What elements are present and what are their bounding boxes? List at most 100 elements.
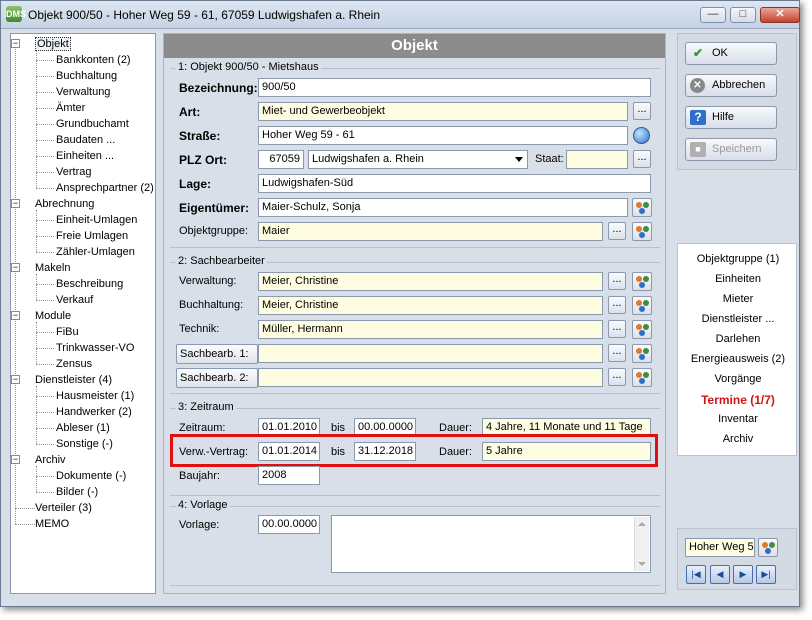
related-link-mieter[interactable]: Mieter (678, 293, 798, 305)
scroll-up-icon[interactable] (638, 522, 646, 526)
title-bar[interactable]: DMS Objekt 900/50 - Hoher Weg 59 - 61, 6… (1, 1, 800, 29)
tree-subnode-hausmeister-1[interactable]: Hausmeister (1) (56, 390, 134, 403)
ok-button[interactable]: ✔ OK (685, 42, 777, 65)
tree-subnode-einheiten[interactable]: Einheiten ... (56, 150, 114, 163)
tree-node-makeln[interactable]: Makeln (35, 262, 70, 275)
tree-subnode-freie-umlagen[interactable]: Freie Umlagen (56, 230, 128, 243)
related-link-dienstleister[interactable]: Dienstleister ... (678, 313, 798, 325)
tree-node-module[interactable]: Module (35, 310, 71, 323)
technik-field[interactable]: Müller, Hermann (258, 320, 603, 339)
sachbearb-2-field[interactable] (258, 368, 603, 387)
related-link-darlehen[interactable]: Darlehen (678, 333, 798, 345)
contacts-icon[interactable] (632, 272, 652, 291)
sachbearb-2-button[interactable]: Sachbearb. 2: (176, 368, 258, 388)
tree-expand-icon[interactable]: − (11, 455, 20, 464)
notes-scrollbar[interactable] (634, 517, 649, 571)
tree-expand-icon[interactable]: − (11, 375, 20, 384)
sachbearb-1-button[interactable]: Sachbearb. 1: (176, 344, 258, 364)
scroll-down-icon[interactable] (638, 562, 646, 566)
sachbearb-1-select-button[interactable]: ... (608, 344, 626, 362)
bezeichnung-field[interactable]: 900/50 (258, 78, 651, 97)
verwaltung-select-button[interactable]: ... (608, 272, 626, 290)
eigentuemer-field[interactable]: Maier-Schulz, Sonja (258, 198, 628, 217)
tree-subnode-zähler-umlagen[interactable]: Zähler-Umlagen (56, 246, 135, 259)
tree-expand-icon[interactable]: − (11, 263, 20, 272)
tree-subnode-handwerker-2[interactable]: Handwerker (2) (56, 406, 132, 419)
tree-subnode-dokumente[interactable]: Dokumente (-) (56, 470, 126, 483)
tree-node-abrechnung[interactable]: Abrechnung (35, 198, 94, 211)
tree-subnode-bankkonten-2[interactable]: Bankkonten (2) (56, 54, 131, 67)
baujahr-field[interactable]: 2008 (258, 466, 320, 485)
first-record-icon[interactable]: |◀ (686, 565, 706, 584)
contacts-icon[interactable] (632, 222, 652, 241)
tree-subnode-beschreibung[interactable]: Beschreibung (56, 278, 123, 291)
contacts-icon[interactable] (758, 538, 778, 557)
tree-node-archiv[interactable]: Archiv (35, 454, 66, 467)
close-button[interactable]: ✕ (760, 7, 800, 23)
tree-node-memo[interactable]: MEMO (35, 518, 69, 531)
related-link-energieausweis-2[interactable]: Energieausweis (2) (678, 353, 798, 365)
tree-subnode-fibu[interactable]: FiBu (56, 326, 79, 339)
tree-subnode-sonstige[interactable]: Sonstige (-) (56, 438, 113, 451)
tree-subnode-ableser-1[interactable]: Ableser (1) (56, 422, 110, 435)
tree-subnode-verwaltung[interactable]: Verwaltung (56, 86, 110, 99)
globe-icon[interactable] (633, 127, 650, 144)
tree-subnode-bilder[interactable]: Bilder (-) (56, 486, 98, 499)
ort-dropdown[interactable]: Ludwigshafen a. Rhein (308, 150, 528, 169)
tree-item-label: Buchhaltung (56, 70, 118, 82)
technik-select-button[interactable]: ... (608, 320, 626, 338)
tree-node-verteiler-3[interactable]: Verteiler (3) (35, 502, 92, 515)
vorlage-field[interactable]: 00.00.0000 (258, 515, 320, 534)
tree-expand-icon[interactable]: − (11, 39, 20, 48)
buchhaltung-field[interactable]: Meier, Christine (258, 296, 603, 315)
tree-subnode-trinkwasser-vo[interactable]: Trinkwasser-VO (56, 342, 134, 355)
tree-subnode-ansprechpartner-2[interactable]: Ansprechpartner (2) (56, 182, 154, 195)
tree-subnode-ämter[interactable]: Ämter (56, 102, 85, 115)
related-link-objektgruppe-1[interactable]: Objektgruppe (1) (678, 253, 798, 265)
tree-item-label: Zähler-Umlagen (56, 246, 135, 258)
tree-subnode-einheit-umlagen[interactable]: Einheit-Umlagen (56, 214, 137, 227)
next-record-icon[interactable]: ▶ (733, 565, 753, 584)
art-select-button[interactable]: ... (633, 102, 651, 120)
sachbearb-2-select-button[interactable]: ... (608, 368, 626, 386)
strasse-field[interactable]: Hoher Weg 59 - 61 (258, 126, 628, 145)
speichern-button[interactable]: ■ Speichern (685, 138, 777, 161)
contacts-icon[interactable] (632, 344, 652, 363)
related-link-termine-1-7[interactable]: Termine (1/7) (678, 393, 798, 407)
maximize-button[interactable]: □ (730, 7, 756, 23)
abbrechen-button[interactable]: ✕ Abbrechen (685, 74, 777, 97)
staat-select-button[interactable]: ... (633, 150, 651, 168)
related-link-einheiten[interactable]: Einheiten (678, 273, 798, 285)
related-link-archiv[interactable]: Archiv (678, 433, 798, 445)
tree-node-objekt[interactable]: Objekt (35, 37, 71, 51)
related-link-inventar[interactable]: Inventar (678, 413, 798, 425)
lage-field[interactable]: Ludwigshafen-Süd (258, 174, 651, 193)
tree-subnode-zensus[interactable]: Zensus (56, 358, 92, 371)
last-record-icon[interactable]: ▶| (756, 565, 776, 584)
verwaltung-field[interactable]: Meier, Christine (258, 272, 603, 291)
minimize-button[interactable]: — (700, 7, 726, 23)
contacts-icon[interactable] (632, 198, 652, 217)
objektgruppe-select-button[interactable]: ... (608, 222, 626, 240)
objektgruppe-field[interactable]: Maier (258, 222, 603, 241)
vorlage-notes[interactable] (331, 515, 651, 573)
tree-expand-icon[interactable]: − (11, 311, 20, 320)
tree-subnode-vertrag[interactable]: Vertrag (56, 166, 91, 179)
tree-subnode-verkauf[interactable]: Verkauf (56, 294, 93, 307)
previous-record-icon[interactable]: ◀ (710, 565, 730, 584)
staat-field[interactable] (566, 150, 628, 169)
contacts-icon[interactable] (632, 296, 652, 315)
tree-node-dienstleister-4[interactable]: Dienstleister (4) (35, 374, 112, 387)
contacts-icon[interactable] (632, 320, 652, 339)
plz-field[interactable]: 67059 (258, 150, 304, 169)
related-link-vorgänge[interactable]: Vorgänge (678, 373, 798, 385)
tree-subnode-grundbuchamt[interactable]: Grundbuchamt (56, 118, 129, 131)
tree-subnode-buchhaltung[interactable]: Buchhaltung (56, 70, 117, 83)
sachbearb-1-field[interactable] (258, 344, 603, 363)
tree-expand-icon[interactable]: − (11, 199, 20, 208)
hilfe-button[interactable]: ? Hilfe (685, 106, 777, 129)
tree-subnode-baudaten[interactable]: Baudaten ... (56, 134, 115, 147)
art-field[interactable]: Miet- und Gewerbeobjekt (258, 102, 628, 121)
contacts-icon[interactable] (632, 368, 652, 387)
buchhaltung-select-button[interactable]: ... (608, 296, 626, 314)
